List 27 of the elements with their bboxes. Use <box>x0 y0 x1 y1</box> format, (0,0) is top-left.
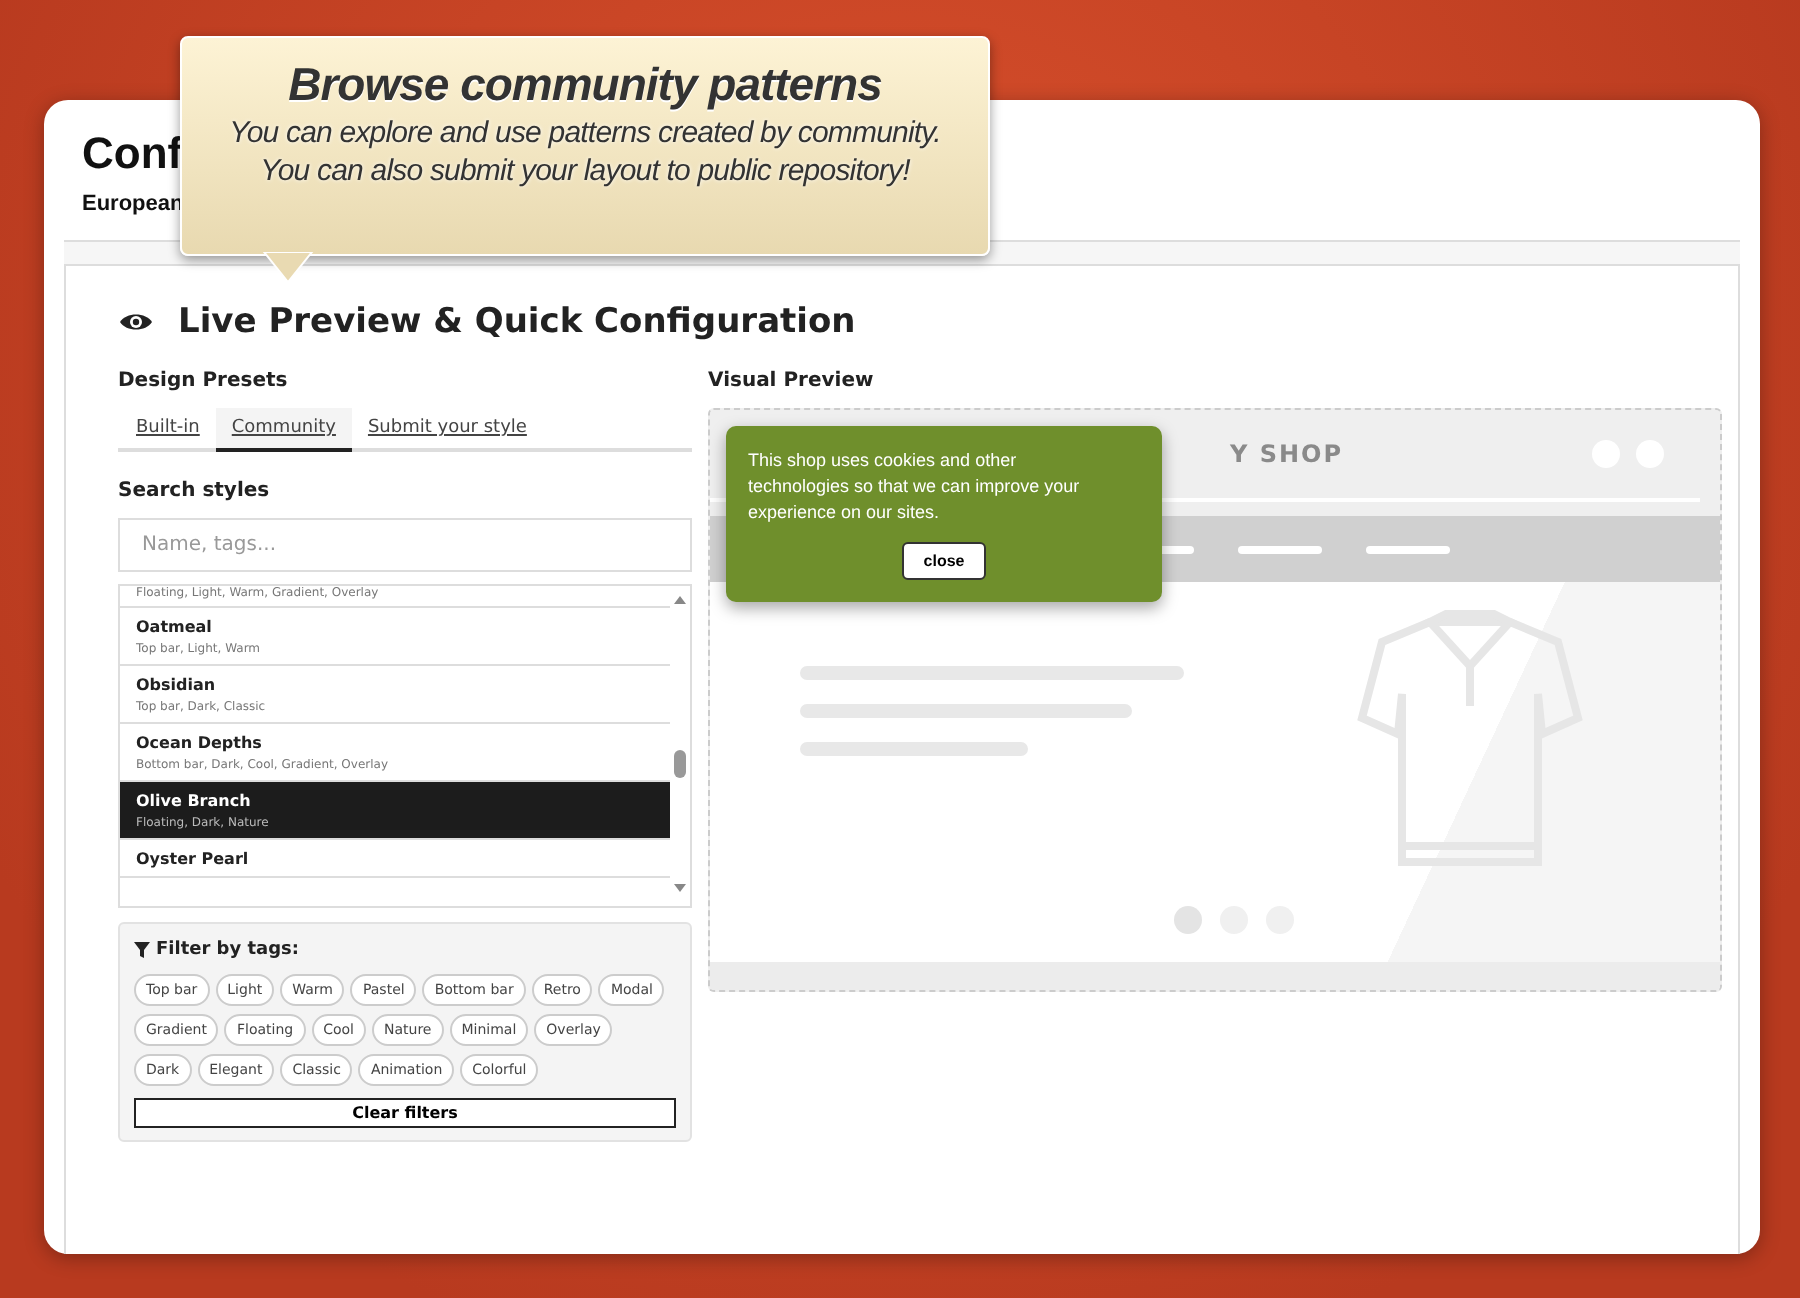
preview-heading: Visual Preview <box>708 370 876 392</box>
preset-tab[interactable]: Community <box>215 408 352 452</box>
style-name: Olive Branch <box>136 792 253 810</box>
style-name: Oyster Pearl <box>136 850 251 868</box>
page-title: Conf <box>80 128 183 180</box>
preset-tab[interactable]: Submit your style <box>351 408 543 452</box>
eye-icon <box>118 310 154 334</box>
filter-icon <box>134 942 150 958</box>
style-name: Obsidian <box>136 676 218 694</box>
tooltip-text: You can explore and use patterns created by community. <box>229 116 941 150</box>
presets-heading: Design Presets <box>118 370 290 392</box>
search-field[interactable]: Name, tags... <box>118 518 692 572</box>
section-title: Live Preview & Quick Configuration <box>178 302 856 342</box>
style-name: Ocean Depths <box>136 734 264 752</box>
cookie-text: This shop uses cookies and other technologies so that we can improve your experience on our sites. <box>748 448 1082 526</box>
filter-title: Filter by tags: <box>156 940 300 960</box>
page-subtitle: European <box>80 192 186 216</box>
preset-tab[interactable]: Built-in <box>120 408 216 452</box>
shop-name: Y SHOP <box>1230 440 1344 468</box>
style-name: Oatmeal <box>136 618 214 636</box>
shirt-icon <box>1354 610 1586 870</box>
carousel-dot[interactable] <box>1174 906 1202 934</box>
search-label: Search styles <box>118 480 272 502</box>
tooltip-title: Browse community patterns <box>288 58 882 112</box>
clear-filters-button[interactable]: Clear filters <box>134 1098 676 1128</box>
tooltip-text: You can also submit your layout to public repository! <box>260 154 910 188</box>
close-button[interactable]: close <box>901 542 987 580</box>
